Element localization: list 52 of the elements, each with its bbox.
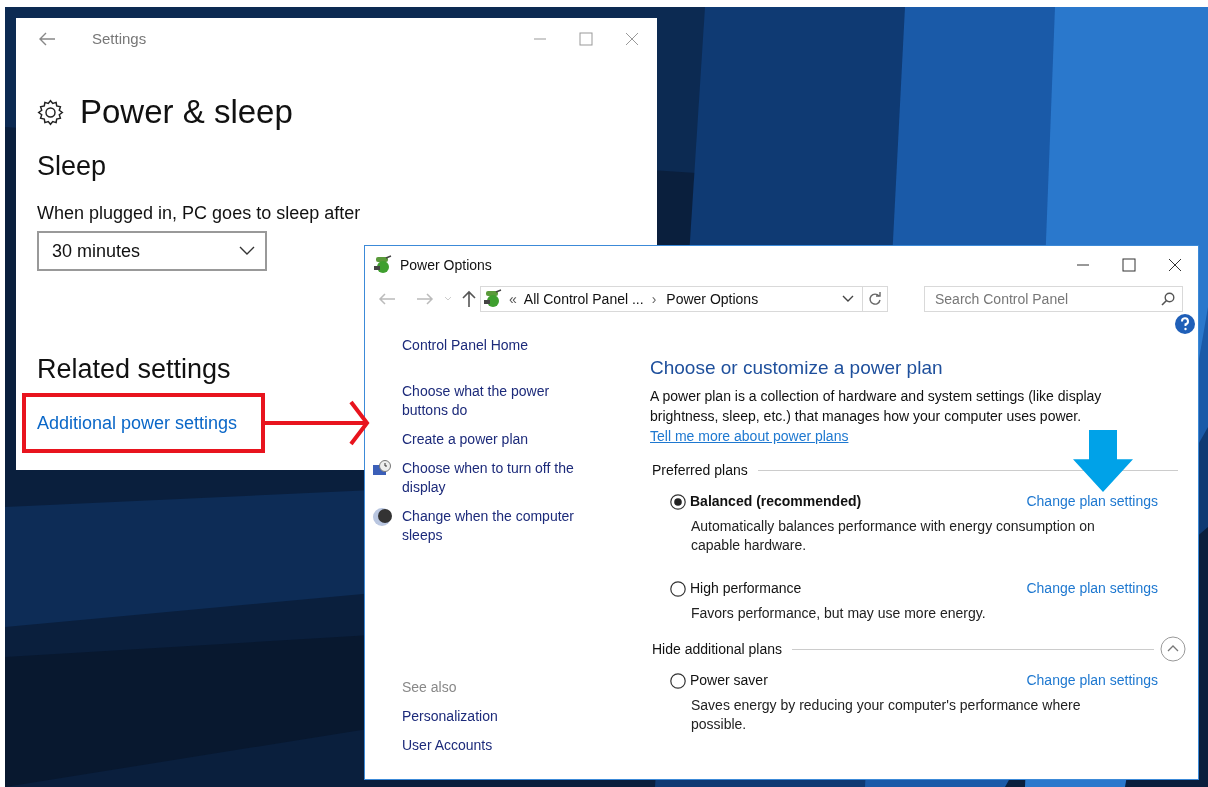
breadcrumb-separator: ›: [651, 289, 657, 309]
up-arrow-icon[interactable]: [461, 290, 477, 308]
address-overflow[interactable]: «: [509, 288, 517, 310]
group-heading: Preferred plans: [652, 460, 748, 480]
sleep-dropdown[interactable]: 30 minutes: [37, 231, 267, 271]
radio-button[interactable]: [670, 493, 686, 510]
radio-button[interactable]: [670, 580, 686, 597]
power-settings-link[interactable]: Additional power settings: [37, 411, 238, 435]
radio-button[interactable]: [670, 672, 686, 689]
address-bar[interactable]: « All Control Panel ... › Power Options: [480, 286, 888, 312]
learn-more-link[interactable]: Tell me more about power plans: [650, 428, 849, 444]
page-heading: Choose or customize a power plan: [650, 356, 943, 380]
sidebar-link[interactable]: Change when the computer sleeps: [402, 507, 582, 545]
chevron-down-icon: [239, 246, 255, 256]
back-arrow-icon[interactable]: [38, 32, 56, 46]
change-plan-link[interactable]: Change plan settings: [1026, 578, 1158, 599]
moon-icon: [372, 507, 392, 527]
sidebar-link[interactable]: Create a power plan: [402, 430, 582, 449]
plan-name: Power saver: [690, 671, 768, 690]
sidebar-link[interactable]: Choose when to turn off the display: [402, 459, 582, 497]
collapse-icon[interactable]: [1160, 636, 1186, 662]
plan-description: Automatically balances performance with energy consumption on capable hardware.: [691, 517, 1096, 555]
plan-description-paragraph: A power plan is a collection of hardware and system settings (like display brightness, sleep, etc.) that manages how your computer uses power. Tell me more about power plans: [650, 387, 1103, 446]
breadcrumb-item[interactable]: All Control Panel ...: [523, 288, 644, 310]
search-icon: [1161, 292, 1175, 306]
breadcrumb-item[interactable]: Power Options: [666, 288, 759, 310]
refresh-icon[interactable]: [868, 292, 882, 306]
sidebar-link[interactable]: Personalization: [402, 707, 635, 726]
page-heading: Power & sleep: [80, 92, 293, 132]
search-field[interactable]: Search Control Panel: [924, 286, 1183, 312]
pointer-arrow: [1073, 430, 1133, 492]
plan-description: Saves energy by reducing your computer's performance where possible.: [691, 696, 1082, 734]
see-also-heading: See also: [402, 678, 458, 697]
back-arrow-icon[interactable]: [377, 292, 397, 306]
chevron-down-icon[interactable]: [842, 295, 854, 303]
sidebar-link[interactable]: Control Panel Home: [402, 336, 529, 355]
sidebar-link[interactable]: User Accounts: [402, 736, 635, 755]
window-title: Settings: [92, 28, 147, 49]
change-plan-link[interactable]: Change plan settings: [1026, 670, 1158, 691]
group-heading: Hide additional plans: [652, 639, 782, 659]
change-plan-link[interactable]: Change plan settings: [1026, 491, 1158, 512]
forward-arrow-icon[interactable]: [415, 292, 435, 306]
settings-icon: [37, 98, 64, 126]
window-title: Power Options: [400, 255, 492, 275]
plan-description: Favors performance, but may use more energy.: [691, 604, 987, 623]
plan-name: Balanced (recommended): [690, 492, 862, 511]
plan-name: High performance: [690, 579, 802, 598]
section-heading: Sleep: [37, 150, 108, 183]
help-icon[interactable]: [1175, 314, 1195, 334]
section-heading: Related settings: [37, 353, 231, 386]
sidebar-link[interactable]: Choose what the power buttons do: [402, 382, 582, 420]
sleep-label: When plugged in, PC goes to sleep after: [37, 202, 362, 225]
